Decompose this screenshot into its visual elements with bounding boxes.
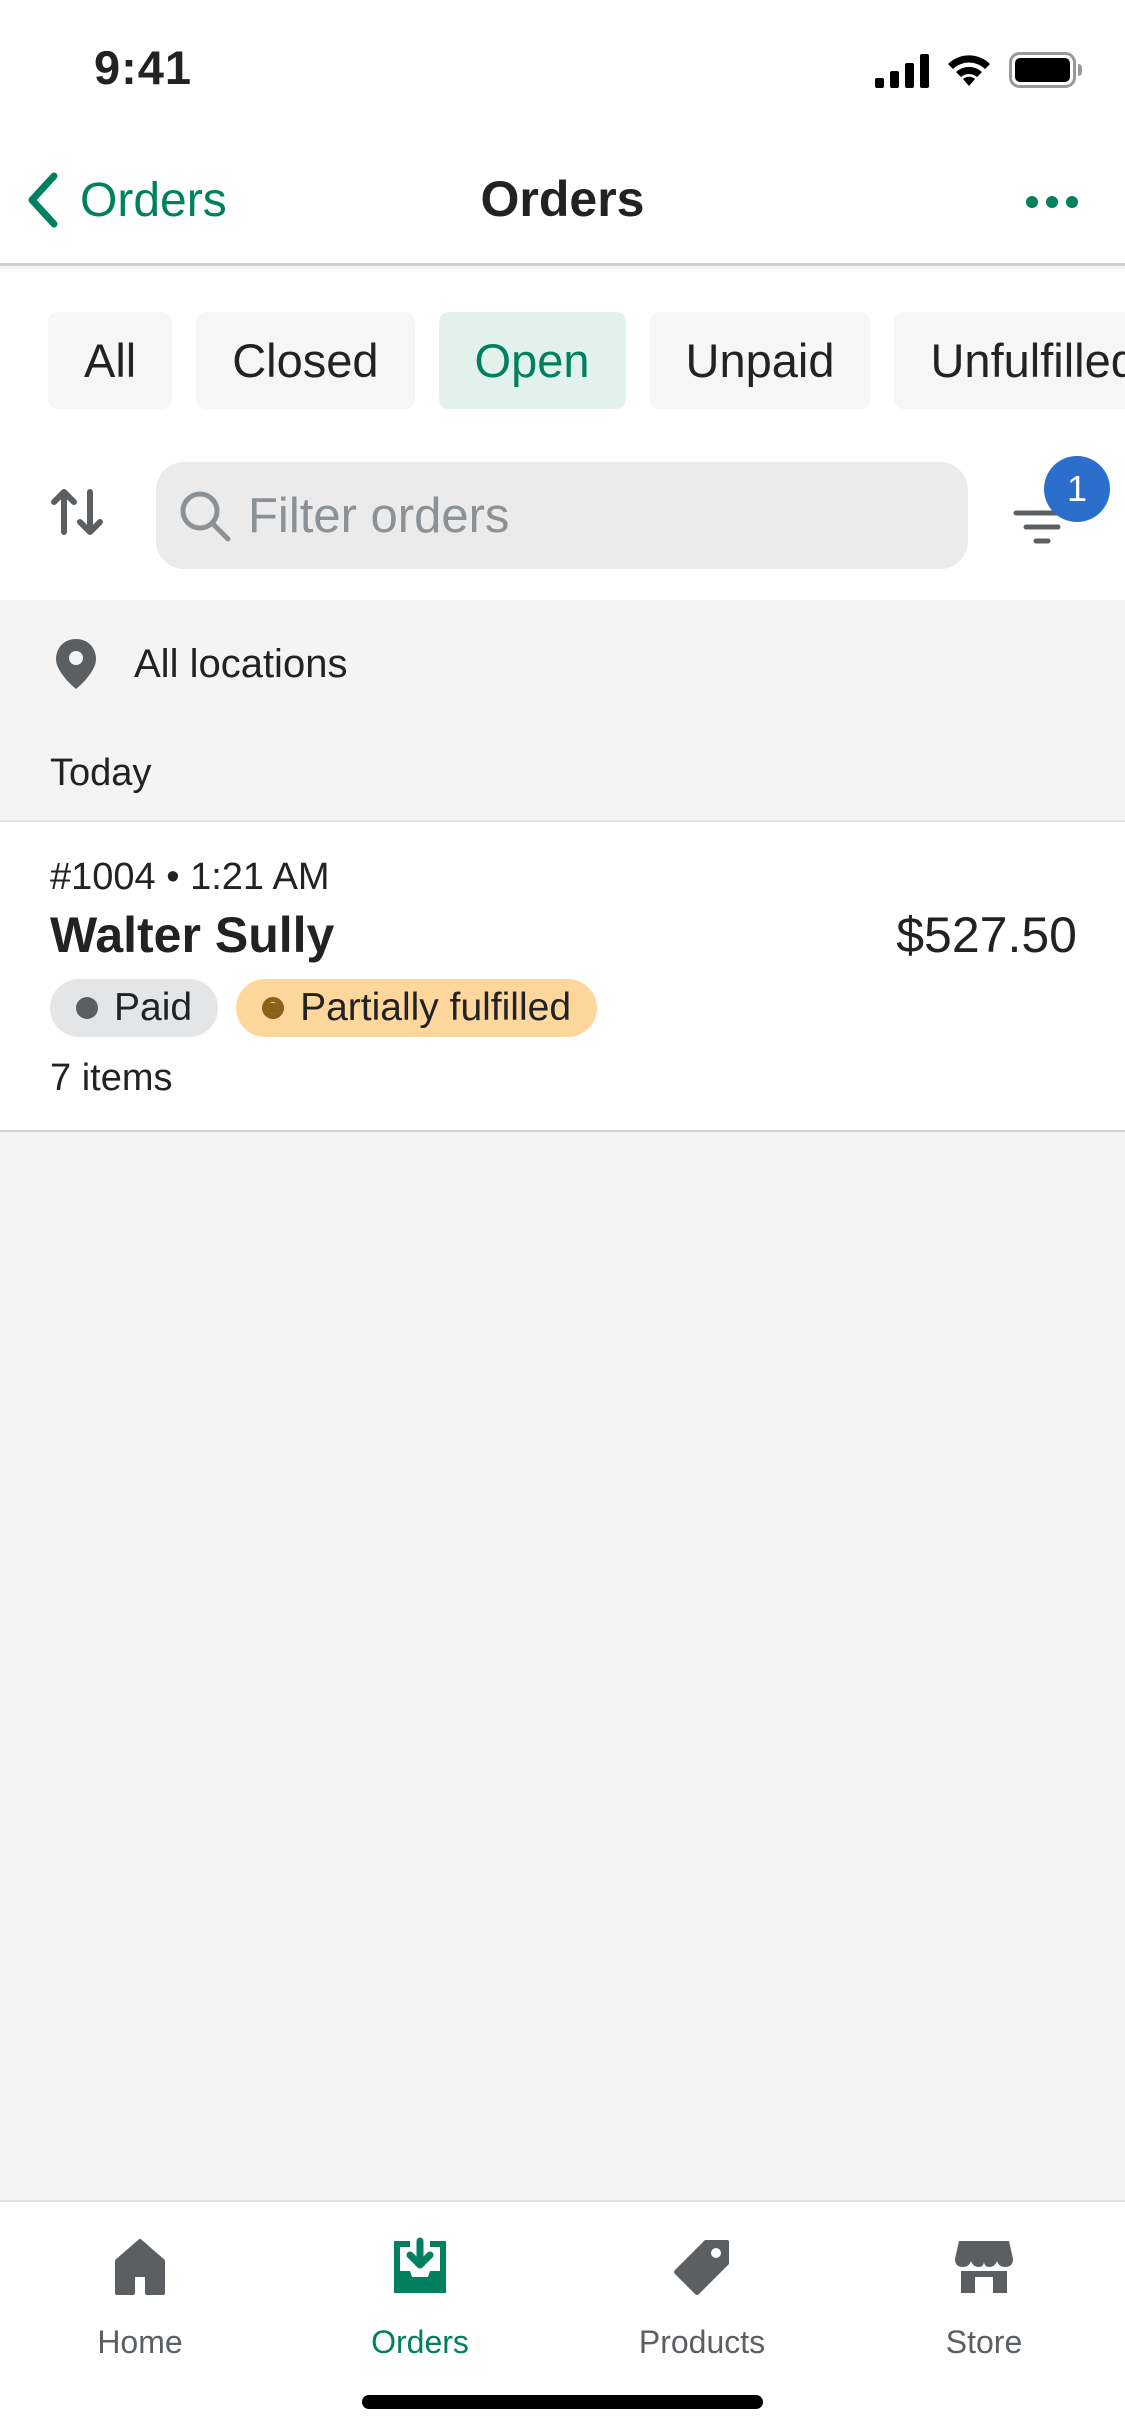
order-number-time: #1004 • 1:21 AM (50, 856, 330, 898)
home-icon (115, 2239, 165, 2295)
search-box[interactable] (156, 462, 968, 569)
more-dot-icon (1066, 196, 1078, 208)
navigation-bar: Orders Orders (0, 132, 1125, 266)
tab-bar-store-label: Store (945, 2324, 1023, 2360)
sort-button[interactable] (48, 482, 108, 572)
filter-header: All Closed Open Unpaid Unfulfilled 1 (0, 269, 1125, 600)
tab-all[interactable]: All (48, 312, 173, 409)
status-bar: 9:41 (0, 0, 1125, 132)
sort-arrows-icon (51, 489, 103, 535)
more-dot-icon (1046, 196, 1058, 208)
location-selector[interactable]: All locations (0, 600, 1125, 728)
wifi-icon (948, 55, 990, 86)
more-options-button[interactable] (1017, 172, 1087, 232)
section-header-today: Today (50, 752, 152, 794)
tab-unpaid[interactable]: Unpaid (649, 312, 871, 409)
tab-bar-products-label: Products (638, 2324, 766, 2360)
status-time: 9:41 (94, 41, 193, 94)
search-input[interactable] (248, 487, 928, 544)
payment-status-badge: Paid (50, 979, 219, 1037)
tab-open[interactable]: Open (438, 312, 626, 409)
tab-bar-orders[interactable]: Orders (320, 2232, 520, 2361)
tab-closed[interactable]: Closed (196, 312, 415, 409)
search-icon (180, 491, 231, 541)
order-row[interactable]: #1004 • 1:21 AM Walter Sully $527.50 Pai… (0, 820, 1125, 1132)
orders-icon (394, 2237, 446, 2293)
more-dot-icon (1026, 196, 1038, 208)
page-title: Orders (480, 171, 645, 227)
filter-count-badge: 1 (1044, 456, 1110, 522)
cellular-signal-icon (875, 54, 929, 88)
tab-bar-orders-label: Orders (371, 2324, 469, 2360)
item-count: 7 items (50, 1057, 173, 1099)
tab-bar-home-label: Home (97, 2324, 183, 2360)
customer-name: Walter Sully (50, 907, 335, 963)
fulfillment-status-label: Partially fulfilled (300, 986, 572, 1029)
home-indicator[interactable] (362, 2395, 763, 2409)
tab-unfulfilled[interactable]: Unfulfilled (894, 312, 1125, 409)
location-pin-icon (56, 639, 96, 689)
tab-bar-store[interactable]: Store (884, 2232, 1084, 2361)
status-icons (875, 52, 1083, 88)
payment-status-label: Paid (114, 986, 193, 1029)
fulfillment-status-badge: Partially fulfilled (236, 979, 598, 1037)
paid-dot-icon (76, 997, 98, 1019)
order-total: $527.50 (896, 907, 1077, 963)
order-badges: Paid Partially fulfilled (50, 979, 598, 1037)
location-label: All locations (134, 641, 348, 686)
tab-bar-home[interactable]: Home (40, 2232, 240, 2361)
tab-bar-products[interactable]: Products (602, 2232, 802, 2361)
battery-icon (1009, 52, 1082, 88)
store-icon (955, 2241, 1013, 2293)
status-tabs: All Closed Open Unpaid Unfulfilled (48, 312, 1125, 409)
partial-dot-icon (262, 997, 285, 1019)
tag-icon (674, 2240, 729, 2295)
